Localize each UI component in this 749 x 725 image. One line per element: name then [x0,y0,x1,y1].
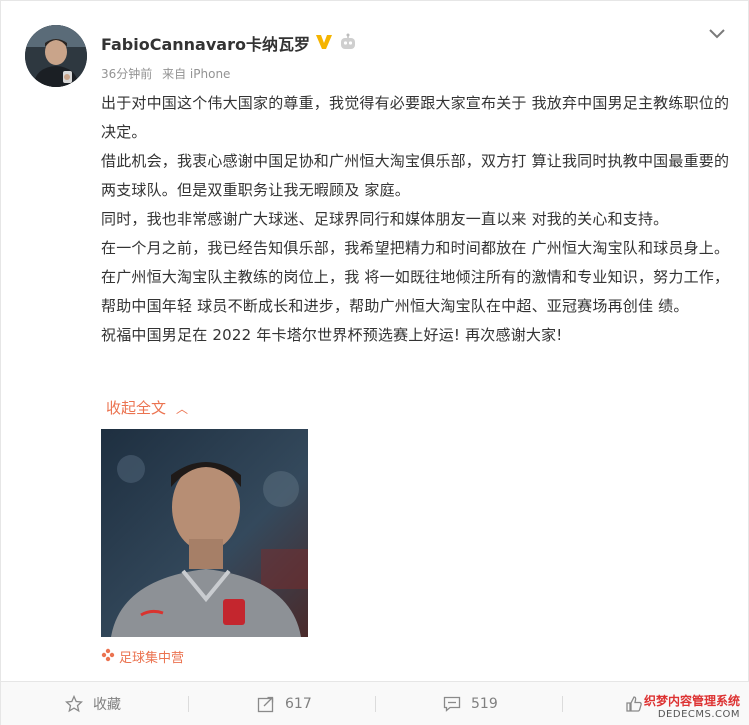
star-icon [65,695,83,713]
robot-icon[interactable] [339,33,357,51]
post-body: 出于对中国这个伟大国家的尊重，我觉得有必要跟大家宣布关于 我放弃中国男足主教练职… [101,89,731,350]
watermark-line1: 织梦内容管理系统 [643,694,740,708]
post-paragraph: 在一个月之前，我已经告知俱乐部，我希望把精力和时间都放在 广州恒大淘宝队和球员身… [101,239,730,315]
comment-count: 519 [471,696,498,712]
action-separator [188,696,189,712]
weibo-card: FabioCannavaro卡纳瓦罗 36分钟前 来自 iPhone 出于对中国… [0,0,749,725]
post-time[interactable]: 36分钟前 [101,67,152,81]
post-paragraph: 祝福中国男足在 2022 年卡塔尔世界杯预选赛上好运! 再次感谢大家! [101,326,563,344]
comment-icon [443,696,461,712]
avatar[interactable] [25,25,87,87]
post-source: 来自 iPhone [162,67,231,81]
action-bar: 收藏 617 519 [1,682,749,725]
post-meta: 36分钟前 来自 iPhone [101,65,236,82]
chevron-down-icon[interactable] [707,27,727,41]
collapse-label: 收起全文 [106,399,167,417]
collapse-text-button[interactable]: 收起全文 ︿ [106,397,188,418]
verified-v-icon [316,35,332,49]
like-icon [626,696,642,712]
action-separator [375,696,376,712]
post-paragraph: 借此机会，我衷心感谢中国足协和广州恒大淘宝俱乐部，双方打 算让我同时执教中国最重… [101,152,730,199]
action-separator [562,696,563,712]
flower-icon [101,648,115,662]
author-name[interactable]: FabioCannavaro卡纳瓦罗 [101,31,310,55]
chevron-up-icon: ︿ [176,402,189,416]
watermark: 织梦内容管理系统 DEDECMS.COM [644,692,740,720]
post-paragraph: 同时，我也非常感谢广大球迷、足球界同行和媒体朋友一直以来 对我的关心和支持。 [101,210,669,228]
post-paragraph: 出于对中国这个伟大国家的尊重，我觉得有必要跟大家宣布关于 我放弃中国男足主教练职… [101,94,730,141]
comment-button[interactable]: 519 [443,682,498,725]
watermark-line2: DEDECMS.COM [657,709,740,720]
favorite-button[interactable]: 收藏 [65,682,121,725]
image-source-label: 足球集中营 [119,651,185,666]
forward-button[interactable]: 617 [257,682,312,725]
forward-icon [257,696,274,713]
favorite-label: 收藏 [93,697,121,713]
image-source-link[interactable]: 足球集中营 [101,647,184,666]
forward-count: 617 [285,696,312,712]
post-image[interactable] [101,429,308,637]
